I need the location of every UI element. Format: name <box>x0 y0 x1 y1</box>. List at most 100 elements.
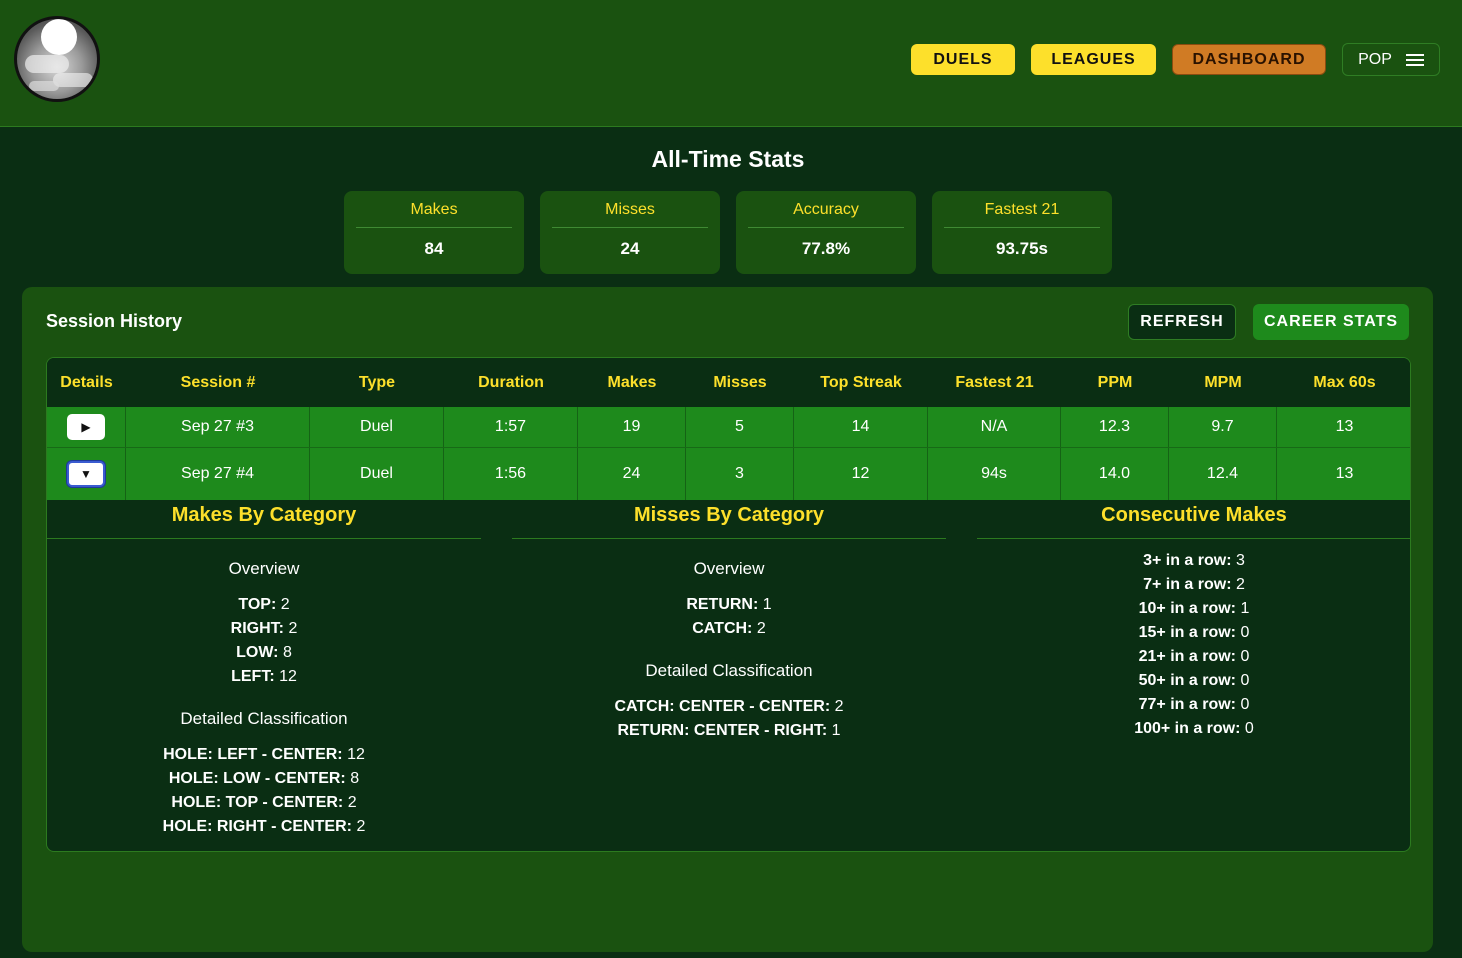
cell-mpm: 12.4 <box>1169 448 1277 500</box>
column-header[interactable]: Fastest 21 <box>928 358 1061 407</box>
cell-max-60s: 13 <box>1335 465 1354 482</box>
cell-top-streak: 12 <box>794 448 928 500</box>
column-header[interactable]: Makes <box>578 358 686 407</box>
session-history-title: Session History <box>46 311 183 331</box>
cell-session: Sep 27 #3 <box>126 407 310 447</box>
column-header[interactable]: Type <box>310 358 444 407</box>
expand-row-button[interactable]: ▶ <box>67 414 105 440</box>
cell-makes: 19 <box>578 407 686 447</box>
category-line: RETURN: CENTER - RIGHT: 1 <box>617 722 841 739</box>
table-header: Details Session # Type Duration Makes Mi… <box>47 358 1410 407</box>
cell-misses: 3 <box>686 448 794 500</box>
stat-value: 93.75s <box>996 239 1048 258</box>
duels-button[interactable]: DUELS <box>911 44 1015 75</box>
makes-by-category: Makes By Category Overview TOP: 2 RIGHT:… <box>47 500 481 839</box>
streak-line: 21+ in a row: 0 <box>1138 648 1250 665</box>
streak-line: 100+ in a row: 0 <box>1134 720 1254 737</box>
all-time-stats-title: All-Time Stats <box>651 146 805 172</box>
column-header[interactable]: MPM <box>1169 358 1277 407</box>
column-header[interactable]: PPM <box>1061 358 1169 407</box>
section-heading: Misses By Category <box>512 500 946 539</box>
logo-cloud <box>29 81 59 91</box>
streak-line: 50+ in a row: 0 <box>1138 672 1250 689</box>
logo-cloud <box>25 55 69 73</box>
cell-ppm: 14.0 <box>1061 448 1169 500</box>
column-header[interactable]: Max 60s <box>1277 358 1410 407</box>
table-row[interactable]: ▼ Sep 27 #4 Duel 1:56 24 3 12 94s 14.0 1… <box>47 448 1410 500</box>
streak-line: 77+ in a row: 0 <box>1138 696 1250 713</box>
cell-max-60s: 13 <box>1335 418 1354 435</box>
cell-top-streak: 14 <box>794 407 928 447</box>
column-header[interactable]: Duration <box>444 358 578 407</box>
stat-card-fastest-21: Fastest 21 93.75s <box>932 191 1112 274</box>
consecutive-list: 3+ in a row: 3 7+ in a row: 2 10+ in a r… <box>977 549 1410 741</box>
cell-type: Duel <box>310 448 444 500</box>
category-line: LOW: 8 <box>236 644 292 661</box>
cell-fastest-21: 94s <box>928 448 1061 500</box>
misses-by-category: Misses By Category Overview RETURN: 1 CA… <box>512 500 946 743</box>
details-cell: ▶ <box>47 407 126 447</box>
cell-misses: 5 <box>686 407 794 447</box>
cell-duration: 1:57 <box>444 407 578 447</box>
overview-heading: Overview <box>693 559 765 578</box>
top-navbar: DUELS LEAGUES DASHBOARD POP <box>0 0 1462 127</box>
stat-value: 77.8% <box>801 239 851 258</box>
stat-card-makes: Makes 84 <box>344 191 524 274</box>
collapse-row-button[interactable]: ▼ <box>67 461 105 487</box>
streak-line: 7+ in a row: 2 <box>1143 576 1245 593</box>
logo-cloud <box>53 73 93 87</box>
cell-makes: 24 <box>578 448 686 500</box>
category-line: HOLE: LOW - CENTER: 8 <box>168 770 360 787</box>
category-line: LEFT: 12 <box>231 668 297 685</box>
stat-label: Makes <box>356 201 512 228</box>
category-line: CATCH: 2 <box>692 620 766 637</box>
section-heading: Makes By Category <box>47 500 481 539</box>
details-cell: ▼ <box>47 448 126 500</box>
streak-line: 15+ in a row: 0 <box>1138 624 1250 641</box>
user-menu-button[interactable]: POP <box>1342 43 1440 76</box>
logo-moon <box>41 19 77 55</box>
cell-session: Sep 27 #4 <box>126 448 310 500</box>
category-line: RETURN: 1 <box>686 596 772 613</box>
stat-card-accuracy: Accuracy 77.8% <box>736 191 916 274</box>
consecutive-makes: Consecutive Makes 3+ in a row: 3 7+ in a… <box>977 500 1410 741</box>
streak-line: 10+ in a row: 1 <box>1138 600 1250 617</box>
cell-duration: 1:56 <box>444 448 578 500</box>
category-line: HOLE: LEFT - CENTER: 12 <box>163 746 365 763</box>
column-header[interactable]: Top Streak <box>794 358 928 407</box>
column-header[interactable]: Misses <box>686 358 794 407</box>
cell-ppm: 12.3 <box>1061 407 1169 447</box>
dashboard-button[interactable]: DASHBOARD <box>1172 44 1326 75</box>
table-row[interactable]: ▶ Sep 27 #3 Duel 1:57 19 5 14 N/A 12.3 9… <box>47 407 1410 448</box>
detailed-heading: Detailed Classification <box>645 661 813 680</box>
category-line: HOLE: TOP - CENTER: 2 <box>171 794 357 811</box>
overview-heading: Overview <box>228 559 300 578</box>
category-line: TOP: 2 <box>238 596 290 613</box>
column-header: Details <box>60 373 113 391</box>
category-line: HOLE: RIGHT - CENTER: 2 <box>162 818 366 835</box>
cell-fastest-21: N/A <box>928 407 1061 447</box>
career-stats-button[interactable]: CAREER STATS <box>1253 304 1409 340</box>
stat-value: 24 <box>620 239 640 258</box>
streak-line: 3+ in a row: 3 <box>1143 552 1245 569</box>
refresh-button[interactable]: REFRESH <box>1128 304 1236 340</box>
stat-label: Misses <box>552 201 708 228</box>
stat-card-misses: Misses 24 <box>540 191 720 274</box>
user-menu-label: POP <box>1358 50 1392 68</box>
session-history-panel: Session History REFRESH CAREER STATS Det… <box>22 287 1433 952</box>
session-table: Details Session # Type Duration Makes Mi… <box>46 357 1411 852</box>
hamburger-icon <box>1405 53 1424 66</box>
cell-mpm: 9.7 <box>1169 407 1277 447</box>
cell-type: Duel <box>310 407 444 447</box>
session-details: Makes By Category Overview TOP: 2 RIGHT:… <box>47 500 1410 851</box>
stat-label: Fastest 21 <box>944 201 1100 228</box>
column-header[interactable]: Session # <box>126 358 310 407</box>
logo[interactable] <box>14 16 100 102</box>
category-line: RIGHT: 2 <box>230 620 298 637</box>
section-heading: Consecutive Makes <box>977 500 1410 539</box>
category-line: CATCH: CENTER - CENTER: 2 <box>614 698 844 715</box>
leagues-button[interactable]: LEAGUES <box>1031 44 1156 75</box>
stat-value: 84 <box>424 239 444 258</box>
detailed-heading: Detailed Classification <box>180 709 348 728</box>
stat-label: Accuracy <box>748 201 904 228</box>
